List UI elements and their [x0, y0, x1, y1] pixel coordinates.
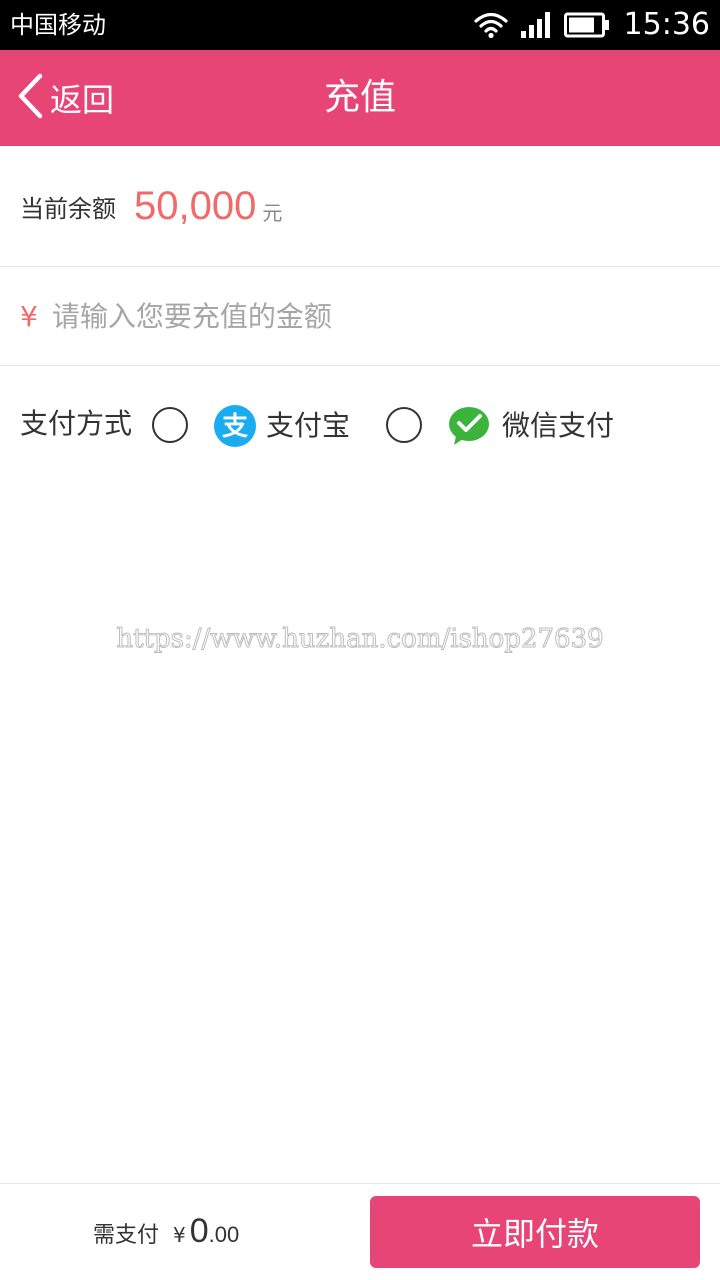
svg-text:支: 支	[222, 412, 248, 442]
amount-row: ¥	[0, 267, 720, 366]
wechat-pay-icon	[448, 405, 490, 447]
signal-icon	[520, 11, 552, 39]
recharge-screen: 中国移动 15:36 充值 返回 当前余额 50,000 元 ¥ 请输入您要充值…	[0, 0, 720, 1280]
alipay-label[interactable]: 支付宝	[266, 406, 350, 446]
need-pay-summary: 需支付 ¥ 0 .00	[93, 1212, 239, 1251]
back-button[interactable]: 返回	[16, 50, 114, 146]
balance-value: 50,000	[134, 183, 257, 228]
payment-method-row: 支付方式 支 支付宝 微信支付	[0, 366, 720, 486]
amount-input[interactable]	[51, 286, 672, 346]
wechat-pay-label[interactable]: 微信支付	[502, 406, 614, 446]
bottom-bar: 需支付 ¥ 0 .00 立即付款	[0, 1183, 720, 1280]
nav-bar: 充值 返回	[0, 50, 720, 146]
balance-unit: 元	[262, 200, 283, 225]
yen-symbol: ¥	[20, 299, 38, 333]
balance-label: 当前余额	[20, 194, 116, 223]
status-icons: 15:36	[473, 0, 710, 50]
watermark-text: https://www.huzhan.com/ishop27639	[116, 624, 604, 655]
need-pay-amount-decimal: .00	[208, 1222, 240, 1247]
payment-method-label: 支付方式	[20, 407, 133, 440]
back-label: 返回	[50, 81, 115, 119]
need-pay-currency: ¥	[173, 1223, 186, 1247]
chevron-left-icon	[16, 73, 44, 123]
status-time: 15:36	[623, 7, 710, 42]
alipay-radio[interactable]	[152, 407, 188, 443]
wifi-icon	[473, 11, 508, 39]
battery-icon	[563, 12, 610, 38]
need-pay-amount-integer: 0	[189, 1212, 209, 1250]
pay-now-button[interactable]: 立即付款	[370, 1196, 700, 1268]
alipay-icon: 支	[214, 405, 256, 447]
need-pay-label: 需支付	[93, 1223, 160, 1248]
balance-row: 当前余额 50,000 元	[0, 146, 720, 267]
wechat-pay-radio[interactable]	[386, 407, 422, 443]
status-bar: 中国移动 15:36	[0, 0, 720, 50]
carrier-name: 中国移动	[10, 11, 106, 39]
